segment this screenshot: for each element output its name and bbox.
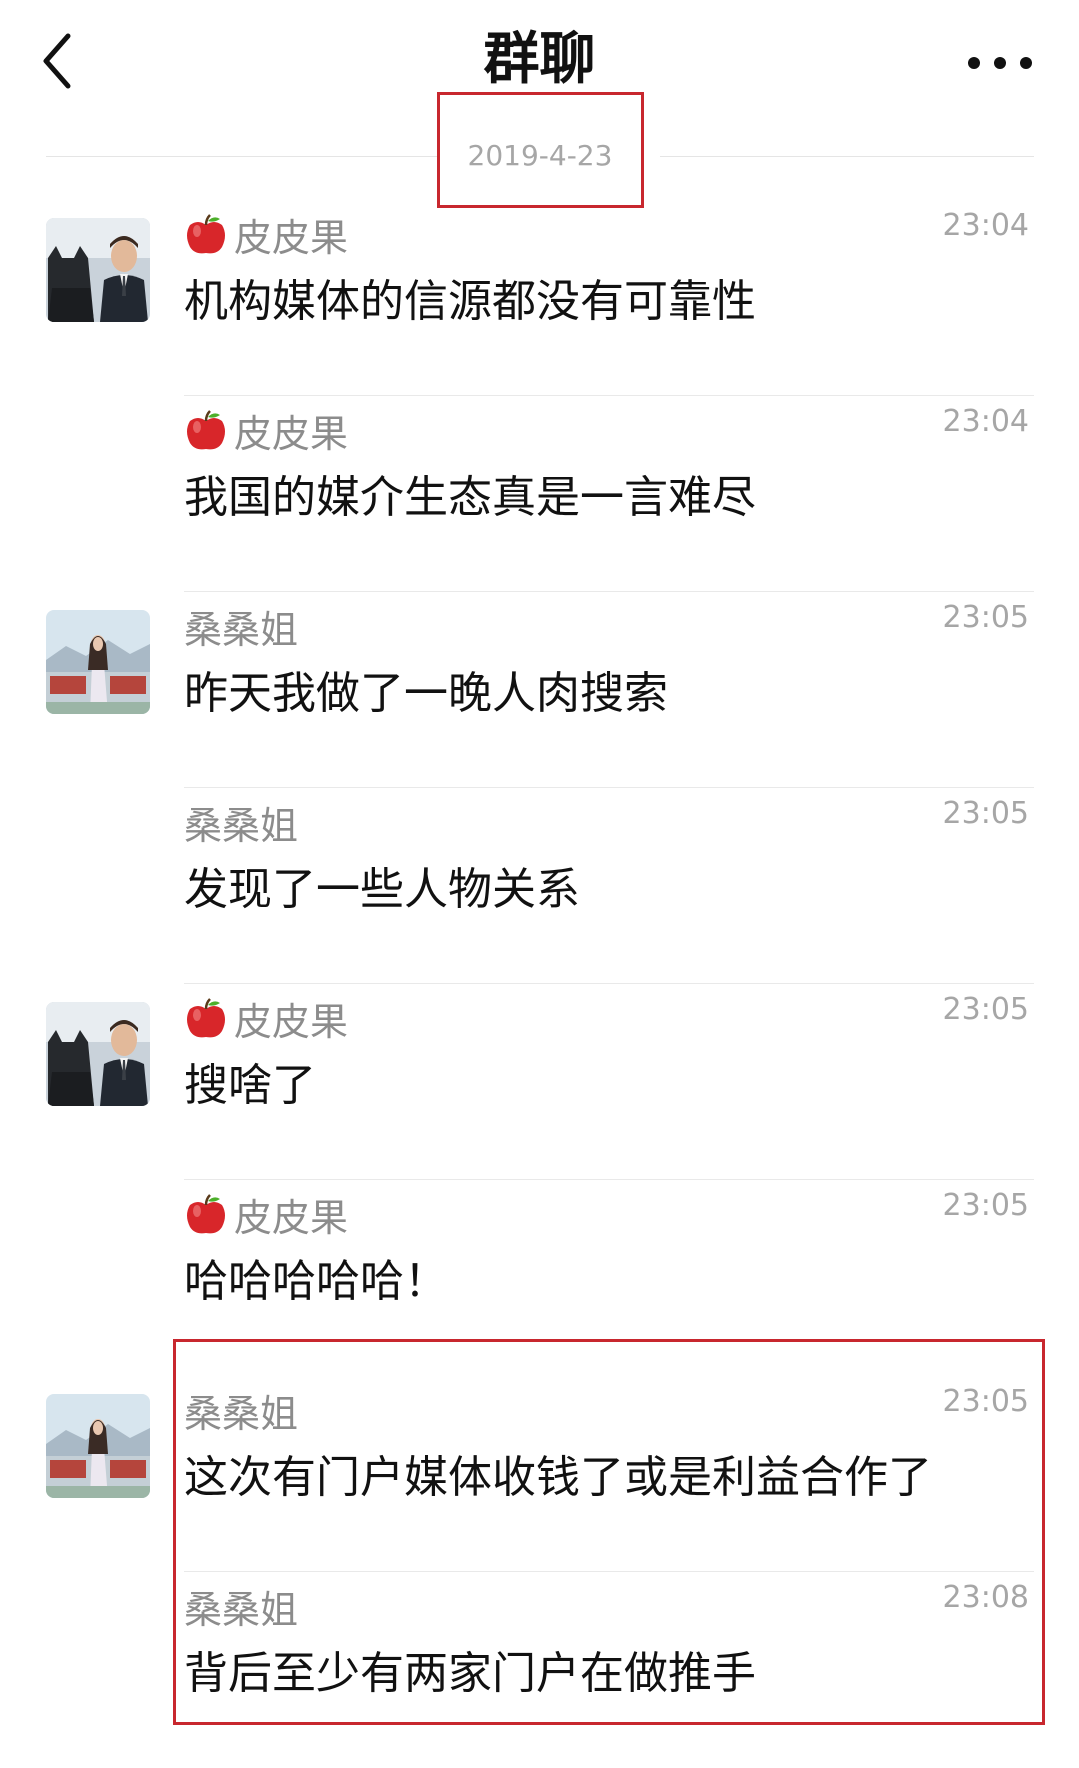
girl-avatar-icon [46,610,150,714]
message-text: 搜啥了 [184,1060,316,1111]
message-time: 23:05 [942,992,1029,1027]
message-text: 机构媒体的信源都没有可靠性 [184,276,756,327]
list-item[interactable]: 皮皮果 23:05 搜啥了 [0,984,1079,1180]
message-text: 发现了一些人物关系 [184,864,580,915]
date-divider: 2019-4-23 [0,92,1079,208]
more-button[interactable] [960,38,1040,88]
page-title: 群聊 [483,27,596,92]
divider-line [660,156,1034,157]
sender-label: 皮皮果 [234,412,349,456]
sender-name: 桑桑姐 [184,602,298,658]
apple-icon [187,998,225,1038]
list-item[interactable]: 皮皮果 23:04 我国的媒介生态真是一言难尽 [0,396,1079,592]
message-time: 23:05 [942,600,1029,635]
apple-icon [187,214,225,254]
girl-avatar-icon [46,1394,150,1498]
date-highlight-box [437,92,644,208]
batman-avatar-icon [46,1002,150,1106]
message-time: 23:05 [942,796,1029,831]
message-time: 23:04 [942,208,1029,243]
message-time: 23:04 [942,404,1029,439]
messages-highlight-box [173,1339,1045,1725]
batman-avatar-icon [46,218,150,322]
sender-label: 桑桑姐 [184,804,299,848]
sender-label: 皮皮果 [234,216,349,260]
divider-line [46,156,440,157]
avatar[interactable] [46,218,150,322]
message-text: 昨天我做了一晚人肉搜索 [184,668,668,719]
avatar[interactable] [46,1002,150,1106]
list-item[interactable]: 皮皮果 23:04 机构媒体的信源都没有可靠性 [0,200,1079,396]
sender-label: 皮皮果 [234,1000,349,1044]
sender-name: 桑桑姐 [184,798,298,854]
list-item[interactable]: 桑桑姐 23:05 昨天我做了一晚人肉搜索 [0,592,1079,788]
sender-label: 桑桑姐 [184,608,299,652]
message-text: 我国的媒介生态真是一言难尽 [184,472,756,523]
apple-icon [187,410,225,450]
avatar[interactable] [46,1394,150,1498]
message-text: 哈哈哈哈哈！ [184,1256,448,1307]
list-item[interactable]: 桑桑姐 23:05 发现了一些人物关系 [0,788,1079,984]
sender-name: 皮皮果 [184,406,348,462]
sender-name: 皮皮果 [184,1190,348,1246]
sender-name: 皮皮果 [184,994,348,1050]
sender-label: 皮皮果 [234,1196,349,1240]
avatar[interactable] [46,610,150,714]
apple-icon [187,1194,225,1234]
more-dots-icon [968,57,1032,69]
sender-name: 皮皮果 [184,210,348,266]
message-time: 23:05 [942,1188,1029,1223]
